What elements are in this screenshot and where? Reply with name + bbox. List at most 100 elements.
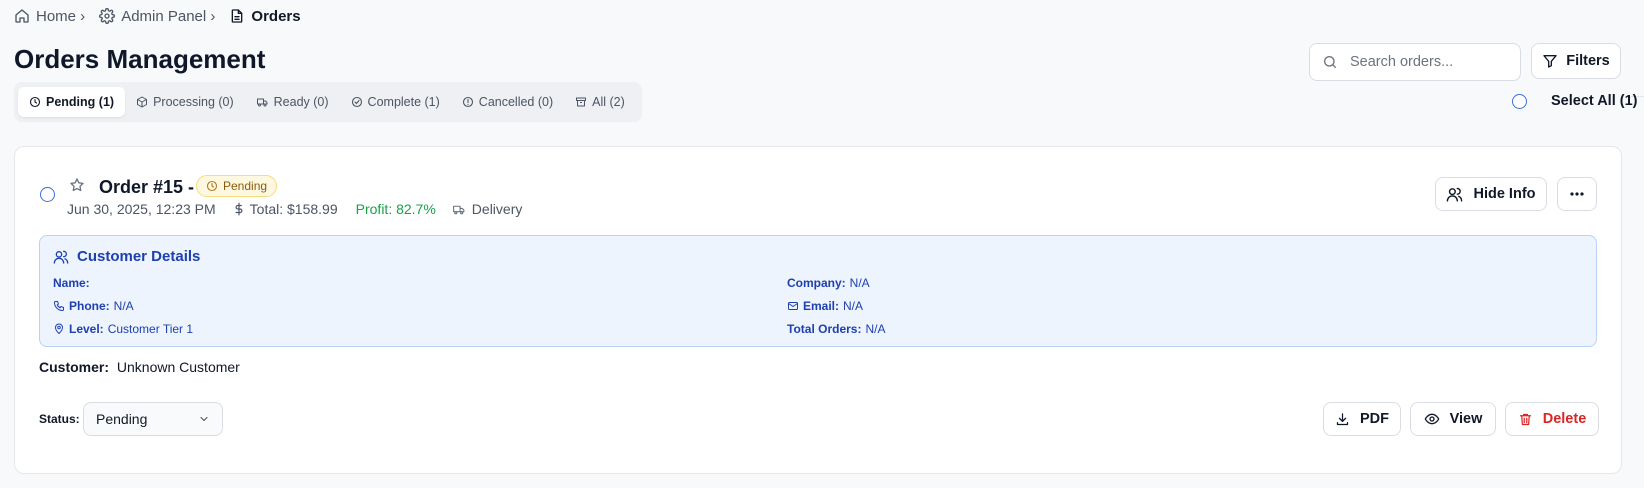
breadcrumb-label: Admin Panel ›: [121, 7, 216, 25]
customer-company-row: Company: N/A: [787, 276, 870, 290]
customer-details-title: Customer Details: [77, 248, 201, 265]
gear-icon: [99, 8, 116, 24]
users-icon: [1446, 186, 1463, 203]
eye-icon: [1424, 411, 1440, 427]
status-select[interactable]: Pending: [83, 402, 223, 436]
tab-ready[interactable]: Ready (0): [245, 87, 340, 117]
order-profit: Profit: 82.7%: [355, 201, 436, 217]
document-icon: [229, 8, 245, 24]
order-title: Order #15 -: [99, 177, 195, 197]
customer-label: Customer:: [39, 359, 110, 375]
search-input[interactable]: [1348, 53, 1512, 71]
customer-phone-row: Phone: N/A: [53, 299, 134, 313]
breadcrumb-orders: Orders: [229, 7, 301, 25]
select-all[interactable]: Select All (1): [1512, 93, 1638, 109]
search-box: [1309, 43, 1521, 81]
map-pin-icon: [53, 323, 65, 335]
select-all-checkbox[interactable]: [1512, 93, 1527, 109]
clock-icon: [29, 96, 41, 108]
customer-details-panel: Customer Details Name: Phone: N/A Level:…: [39, 235, 1597, 347]
tab-label: All (2): [592, 95, 625, 109]
check-circle-icon: [351, 96, 363, 108]
customer-phone-value: N/A: [113, 299, 134, 313]
info-circle-icon: [462, 96, 474, 108]
more-options-button[interactable]: [1557, 177, 1597, 211]
tab-label: Complete (1): [367, 95, 440, 109]
select-all-label: Select All (1): [1551, 93, 1638, 109]
customer-details-header: Customer Details: [53, 248, 200, 265]
hide-info-button[interactable]: Hide Info: [1435, 177, 1547, 211]
hide-info-label: Hide Info: [1473, 186, 1536, 202]
delete-button[interactable]: Delete: [1505, 402, 1599, 436]
customer-email-value: N/A: [843, 299, 864, 313]
users-icon: [53, 249, 69, 265]
mail-icon: [787, 300, 799, 312]
pdf-label: PDF: [1360, 411, 1389, 427]
dollar-icon: [234, 202, 244, 216]
delete-label: Delete: [1542, 411, 1587, 427]
trash-icon: [1518, 412, 1533, 427]
breadcrumb: Home › Admin Panel › Orders: [14, 6, 301, 26]
tab-label: Ready (0): [273, 95, 329, 109]
filters-button[interactable]: Filters: [1531, 43, 1621, 79]
breadcrumb-label: Orders: [251, 7, 301, 25]
breadcrumb-admin-panel[interactable]: Admin Panel ›: [99, 8, 215, 25]
breadcrumb-home[interactable]: Home ›: [14, 8, 85, 25]
customer-total-orders-label: Total Orders:: [787, 322, 862, 336]
customer-name-row: Name:: [53, 276, 94, 290]
order-select-checkbox[interactable]: [40, 187, 55, 202]
order-total: Total: $158.99: [234, 201, 338, 217]
status-tabs: Pending (1) Processing (0) Ready (0) Com…: [14, 82, 642, 122]
archive-icon: [575, 96, 587, 108]
view-button[interactable]: View: [1410, 402, 1496, 436]
customer-total-orders-row: Total Orders: N/A: [787, 322, 885, 336]
order-date: Jun 30, 2025, 12:23 PM: [67, 201, 216, 217]
order-delivery-label: Delivery: [471, 201, 523, 217]
pdf-button[interactable]: PDF: [1323, 402, 1401, 436]
box-icon: [136, 96, 148, 108]
search-icon: [1322, 54, 1338, 70]
tab-pending[interactable]: Pending (1): [18, 87, 126, 117]
status-badge-label: Pending: [223, 179, 268, 193]
customer-email-label: Email:: [803, 299, 840, 313]
tab-cancelled[interactable]: Cancelled (0): [451, 87, 564, 117]
customer-level-value: Customer Tier 1: [107, 322, 194, 336]
clock-icon: [206, 180, 218, 192]
order-total-label: Total: $158.99: [249, 201, 338, 217]
tab-label: Processing (0): [153, 95, 234, 109]
customer-email-row: Email: N/A: [787, 299, 863, 313]
tab-all[interactable]: All (2): [564, 87, 636, 117]
order-delivery: Delivery: [452, 201, 523, 217]
customer-company-label: Company:: [787, 276, 846, 290]
status-label: Status:: [39, 412, 80, 426]
customer-value: Unknown Customer: [116, 359, 240, 375]
truck-icon: [256, 96, 269, 108]
order-card: Order #15 - Pending Jun 30, 2025, 12:23 …: [14, 146, 1622, 474]
star-icon[interactable]: [69, 177, 85, 193]
filters-label: Filters: [1566, 53, 1610, 69]
filter-icon: [1542, 53, 1558, 69]
ellipsis-icon: [1570, 192, 1584, 196]
page-title: Orders Management: [14, 44, 266, 74]
breadcrumb-label: Home ›: [36, 7, 86, 25]
customer-name-label: Name:: [53, 276, 90, 290]
customer-line: Customer: Unknown Customer: [39, 359, 240, 375]
download-icon: [1335, 412, 1350, 427]
order-meta: Jun 30, 2025, 12:23 PM Total: $158.99 Pr…: [67, 201, 522, 217]
home-icon: [14, 8, 30, 24]
tab-label: Pending (1): [46, 95, 115, 109]
tab-label: Cancelled (0): [478, 95, 554, 109]
truck-icon: [452, 203, 466, 216]
customer-level-row: Level: Customer Tier 1: [53, 322, 193, 336]
phone-icon: [53, 300, 65, 312]
customer-level-label: Level:: [69, 322, 104, 336]
status-select-value: Pending: [96, 411, 148, 427]
view-label: View: [1449, 411, 1483, 427]
chevron-down-icon: [198, 413, 210, 425]
tab-complete[interactable]: Complete (1): [340, 87, 451, 117]
status-badge: Pending: [196, 175, 278, 197]
customer-phone-label: Phone:: [69, 299, 110, 313]
customer-company-value: N/A: [849, 276, 870, 290]
tab-processing[interactable]: Processing (0): [125, 87, 245, 117]
customer-total-orders-value: N/A: [865, 322, 886, 336]
